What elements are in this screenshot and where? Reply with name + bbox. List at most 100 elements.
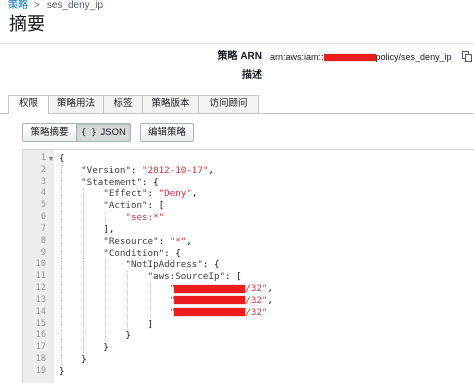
code-text: "Action": [: [59, 200, 165, 213]
json-punctuation: ,: [267, 294, 273, 306]
indent-guide: [125, 294, 148, 307]
json-key: "aws:SourceIp": [147, 271, 226, 283]
code-text: "/32",: [59, 294, 273, 307]
tab-policy-usage[interactable]: 策略用法: [48, 95, 104, 113]
line-number: 5: [40, 200, 46, 211]
code-text: }: [59, 354, 87, 366]
code-text: "Statement": {: [59, 176, 159, 189]
code-text: }: [59, 342, 109, 355]
tab-policy-versions[interactable]: 策略版本: [142, 95, 199, 113]
line-number: 7: [40, 223, 46, 234]
indent-guide: [81, 306, 104, 319]
indent-guide: [125, 318, 148, 331]
indent-guide: [81, 212, 104, 224]
indent-guide: [125, 283, 148, 295]
indent-guide: [59, 223, 82, 236]
indent-guide: [59, 235, 82, 248]
json-punctuation: }: [103, 342, 109, 354]
indent-guide: [103, 283, 126, 295]
json-punctuation: ]: [147, 318, 154, 330]
json-key: "Statement": [81, 176, 142, 188]
json-punctuation: : {: [202, 259, 220, 271]
indent-guide: [81, 223, 104, 236]
code-line: 10 "NotIpAddress": {: [23, 259, 474, 272]
indent-guide: [59, 259, 82, 272]
code-text: "aws:SourceIp": [: [59, 271, 242, 284]
redacted-ip: [174, 296, 246, 305]
indent-guide: [59, 306, 82, 319]
json-punctuation: : [: [225, 271, 242, 283]
indent-guide: [59, 271, 82, 284]
indent-guide: [125, 271, 148, 284]
indent-guide: [59, 212, 82, 224]
json-punctuation: }: [125, 330, 131, 342]
policy-arn-label: 策略 ARN: [217, 51, 262, 62]
page-title: 摘要: [9, 14, 45, 34]
code-line: 6 "ses:*": [23, 212, 474, 224]
json-string: "ses:*": [125, 212, 165, 224]
json-string: "Deny": [158, 188, 192, 200]
indent-guide: [103, 294, 126, 307]
breadcrumb-current: ses_deny_ip: [46, 0, 103, 11]
code-line: 4 "Effect": "Deny",: [23, 188, 474, 201]
json-punctuation: {: [59, 153, 65, 164]
line-number: 13: [35, 294, 46, 305]
edit-policy-button[interactable]: 编辑策略: [140, 123, 194, 142]
code-text: }: [59, 366, 65, 378]
code-text: "Version": "2012-10-17",: [59, 164, 214, 177]
indent-guide: [59, 354, 82, 366]
redacted-account-id: [323, 53, 376, 61]
indent-guide: [103, 306, 126, 319]
json-key: "Condition": [103, 247, 165, 259]
code-line: 18 }: [23, 354, 474, 366]
indent-guide: [81, 318, 104, 331]
line-number: 10: [35, 259, 46, 270]
code-text: "Condition": {: [59, 247, 181, 260]
indent-guide: [59, 318, 82, 331]
code-text: }: [59, 330, 131, 343]
json-punctuation: : {: [164, 247, 181, 259]
json-punctuation: ,: [186, 235, 192, 247]
code-text: ],: [59, 223, 114, 236]
indent-guide: [81, 200, 104, 213]
tab-permissions[interactable]: 权限: [8, 95, 49, 114]
json-punctuation: ,: [208, 164, 214, 176]
code-line: 16 }: [23, 330, 474, 343]
code-line: 2 "Version": "2012-10-17",: [23, 164, 474, 177]
line-number: 15: [35, 318, 46, 329]
fold-arrow-icon[interactable]: [49, 157, 53, 161]
description-label: 描述: [242, 70, 262, 81]
tab-access-advisor[interactable]: 访问顾问: [198, 95, 259, 113]
json-punctuation: : {: [142, 176, 159, 188]
line-number: 2: [40, 164, 46, 175]
json-view-button[interactable]: { } JSON: [76, 123, 131, 142]
code-text: ]: [59, 318, 154, 331]
json-code-editor[interactable]: 1{2 "Version": "2012-10-17", 3 "Statement…: [22, 149, 474, 383]
indent-guide: [59, 294, 82, 307]
indent-guide: [59, 247, 82, 260]
indent-guide: [103, 330, 126, 343]
line-number: 11: [35, 271, 46, 282]
indent-guide: [59, 330, 82, 343]
code-line: 17 }: [23, 342, 474, 355]
json-punctuation: ,: [191, 188, 198, 200]
tab-tags[interactable]: 标签: [103, 95, 143, 113]
code-text: "ses:*": [59, 212, 164, 224]
code-line: 11 "aws:SourceIp": [: [23, 271, 474, 284]
code-line: 13 "/32",: [23, 294, 474, 307]
breadcrumb-policies-link[interactable]: 策略: [8, 0, 28, 12]
code-text: {: [59, 153, 65, 165]
copy-icon[interactable]: [462, 51, 472, 62]
policy-summary-button[interactable]: 策略摘要: [22, 123, 77, 142]
code-text: "/32": [59, 306, 267, 319]
code-line: 14 "/32": [23, 306, 474, 319]
indent-guide: [81, 283, 104, 295]
json-punctuation: : [: [147, 200, 165, 212]
tab-bar: 权限 策略用法 标签 策略版本 访问顾问: [0, 95, 474, 114]
line-number: 18: [35, 354, 46, 365]
code-line: 1{: [23, 153, 474, 165]
json-key: "NotIpAddress": [125, 259, 203, 271]
json-key: "Effect": [103, 188, 148, 200]
indent-guide: [125, 306, 148, 319]
json-view-label: JSON: [100, 127, 126, 138]
